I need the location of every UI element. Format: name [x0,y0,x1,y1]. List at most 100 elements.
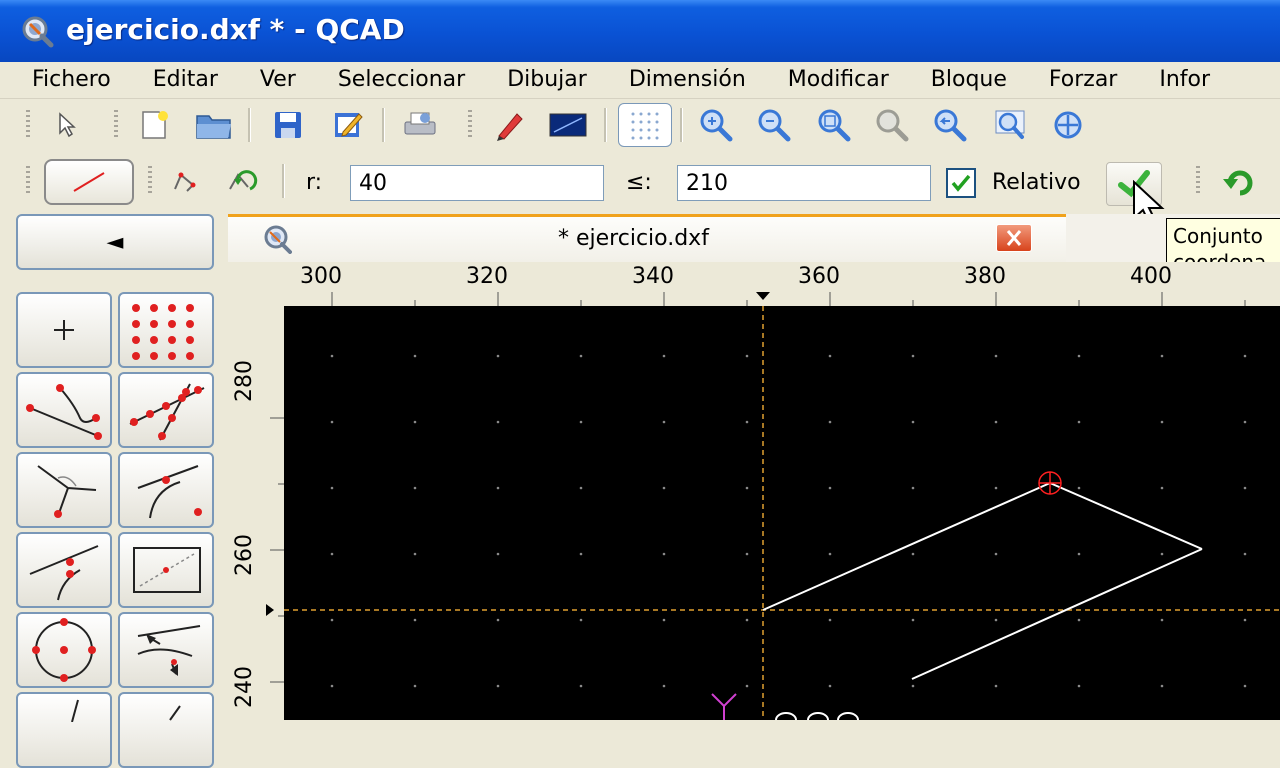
grid-dot [413,354,417,358]
grid-dot [1077,618,1081,622]
line-multi-points-tool-button[interactable] [118,372,214,448]
point-array-tool-button[interactable] [118,292,214,368]
grid-dot [496,420,500,424]
color-swatch-icon[interactable] [548,105,588,145]
close-document-button[interactable] [996,224,1032,252]
grid-dot [1077,420,1081,424]
drawn-line [762,482,1051,611]
menu-dibujar[interactable]: Dibujar [486,62,608,98]
angle-input[interactable] [677,165,931,201]
grid-dot [330,486,334,490]
zoom-in-icon[interactable] [696,105,736,145]
menu-dimension[interactable]: Dimensión [608,62,767,98]
zoom-window-icon[interactable] [872,105,912,145]
relative-checkbox[interactable] [946,168,976,198]
new-file-icon[interactable] [134,105,174,145]
grid-icon [631,112,659,140]
back-arrow-icon: ◄ [106,229,124,255]
rectangle-tool-button[interactable] [118,532,214,608]
grid-dot [828,420,832,424]
menu-informacion[interactable]: Infor [1138,62,1231,98]
grid-dot [496,684,500,688]
grid-dot [911,486,915,490]
grid-dot [1077,684,1081,688]
tangent-arc-icon [137,465,202,519]
toolbar-grip[interactable] [468,110,472,140]
circle-tool-button[interactable] [16,612,112,688]
back-button[interactable]: ◄ [16,214,214,270]
save-icon[interactable] [268,105,308,145]
zoom-previous-icon[interactable] [930,105,970,145]
line-vertical-tool-button[interactable] [16,692,112,768]
line-angle-bisector-tool-button[interactable] [16,452,112,528]
radius-label: r: [306,170,323,195]
radius-input[interactable] [350,165,604,201]
grid-dot [496,552,500,556]
toolbar-grip[interactable] [26,166,30,196]
polyline-undo-segment-icon[interactable] [222,162,262,202]
zoom-out-icon[interactable] [754,105,794,145]
toolbar-grip[interactable] [148,166,152,196]
line-relative-angle-tool-button[interactable] [16,532,112,608]
polyline-close-icon[interactable] [164,162,204,202]
menu-ver[interactable]: Ver [239,62,317,98]
menu-modificar[interactable]: Modificar [767,62,910,98]
toolbar-grip[interactable] [114,110,118,140]
grid-dot [994,354,998,358]
menu-seleccionar[interactable]: Seleccionar [317,62,486,98]
grid-dot [1077,552,1081,556]
select-arrow-icon[interactable] [46,105,86,145]
grid-dot [413,684,417,688]
pen-icon[interactable] [490,105,530,145]
toolbar-grip[interactable] [26,110,30,140]
qcad-app-icon [20,14,54,48]
line-tangent-arc-tool-button[interactable] [118,452,214,528]
line-tangent-tool-button[interactable] [16,372,112,448]
toolbar-grip[interactable] [1196,166,1200,196]
undo-icon[interactable] [1218,162,1258,202]
grid-dot [330,354,334,358]
line-free-tool-button[interactable] [118,692,214,768]
line-vertical-icon [71,699,79,723]
grid-dot [994,552,998,556]
menu-fichero[interactable]: Fichero [0,62,132,98]
parallel-line-tool-button[interactable] [118,612,214,688]
grid-dot [745,354,749,358]
menu-forzar[interactable]: Forzar [1028,62,1138,98]
grid-dot [911,618,915,622]
pan-icon[interactable] [1048,105,1088,145]
crosshair [284,306,1280,720]
line-multi-points-icon [129,383,205,441]
rectangle-icon [133,547,201,593]
menu-bloque[interactable]: Bloque [910,62,1028,98]
point-tool-button[interactable] [16,292,112,368]
save-as-icon[interactable] [328,105,368,145]
menu-editar[interactable]: Editar [132,62,239,98]
grid-dot [579,420,583,424]
line-tool-button[interactable] [44,159,134,205]
grid-dot [828,486,832,490]
angle-label: ≤: [626,170,652,195]
toolbar-separator [282,164,285,198]
grid-dot [413,552,417,556]
tooltip-line-1: Conjunto [1173,224,1263,248]
grid-dot [745,618,749,622]
origin-axis-icon [711,693,737,720]
grid-dot [994,618,998,622]
relative-angle-icon [29,545,99,601]
grid-toggle-button[interactable] [618,103,672,147]
drawing-canvas[interactable] [284,306,1280,728]
grid-dot [1160,552,1164,556]
grid-dot [579,354,583,358]
grid-dot [330,618,334,622]
grid-dot [330,684,334,688]
zoom-auto-icon[interactable] [814,105,854,145]
grid-dot [662,486,666,490]
print-preview-icon[interactable] [400,105,440,145]
grid-dot [1243,486,1247,490]
grid-dot [662,684,666,688]
zoom-redraw-icon[interactable] [990,105,1030,145]
line-tangent-icon [26,384,102,440]
relative-label: Relativo [992,170,1081,195]
open-folder-icon[interactable] [194,105,234,145]
